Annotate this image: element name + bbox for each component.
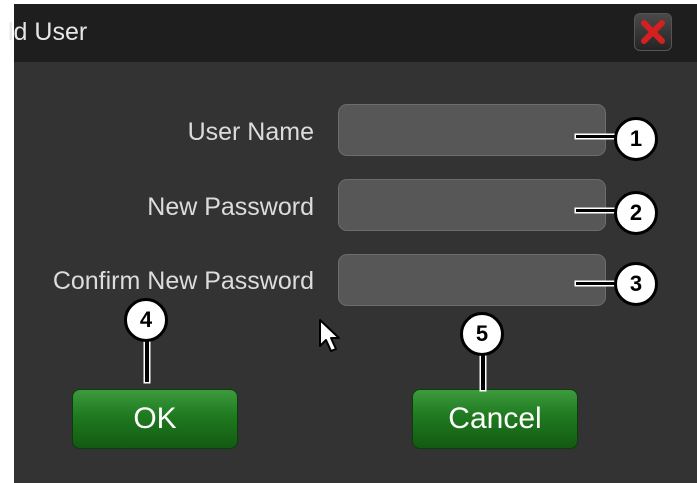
callout-4: 4 [124, 298, 168, 342]
add-user-dialog: ld User User Name New Password Confirm N… [8, 4, 697, 483]
title-bar: ld User [8, 4, 697, 62]
callout-leader-3 [576, 282, 616, 285]
callout-leader-4 [145, 340, 149, 382]
user-name-input[interactable] [338, 104, 606, 156]
cancel-button[interactable]: Cancel [412, 389, 578, 449]
close-button[interactable] [634, 13, 672, 51]
confirm-password-input[interactable] [338, 254, 606, 306]
confirm-password-label: Confirm New Password [52, 267, 314, 295]
callout-3: 3 [614, 262, 658, 306]
new-password-label: New Password [147, 193, 314, 221]
callout-leader-1 [576, 135, 616, 138]
callout-1: 1 [614, 117, 658, 161]
callout-leader-2 [576, 209, 616, 212]
user-name-label: User Name [187, 118, 314, 146]
new-password-input[interactable] [338, 179, 606, 231]
close-x-icon [641, 20, 665, 44]
mouse-pointer-icon [319, 319, 340, 352]
ok-button[interactable]: OK [72, 389, 238, 449]
callout-5: 5 [460, 312, 504, 356]
callout-leader-5 [481, 350, 485, 390]
callout-2: 2 [614, 191, 658, 235]
dialog-title: ld User [8, 18, 88, 46]
